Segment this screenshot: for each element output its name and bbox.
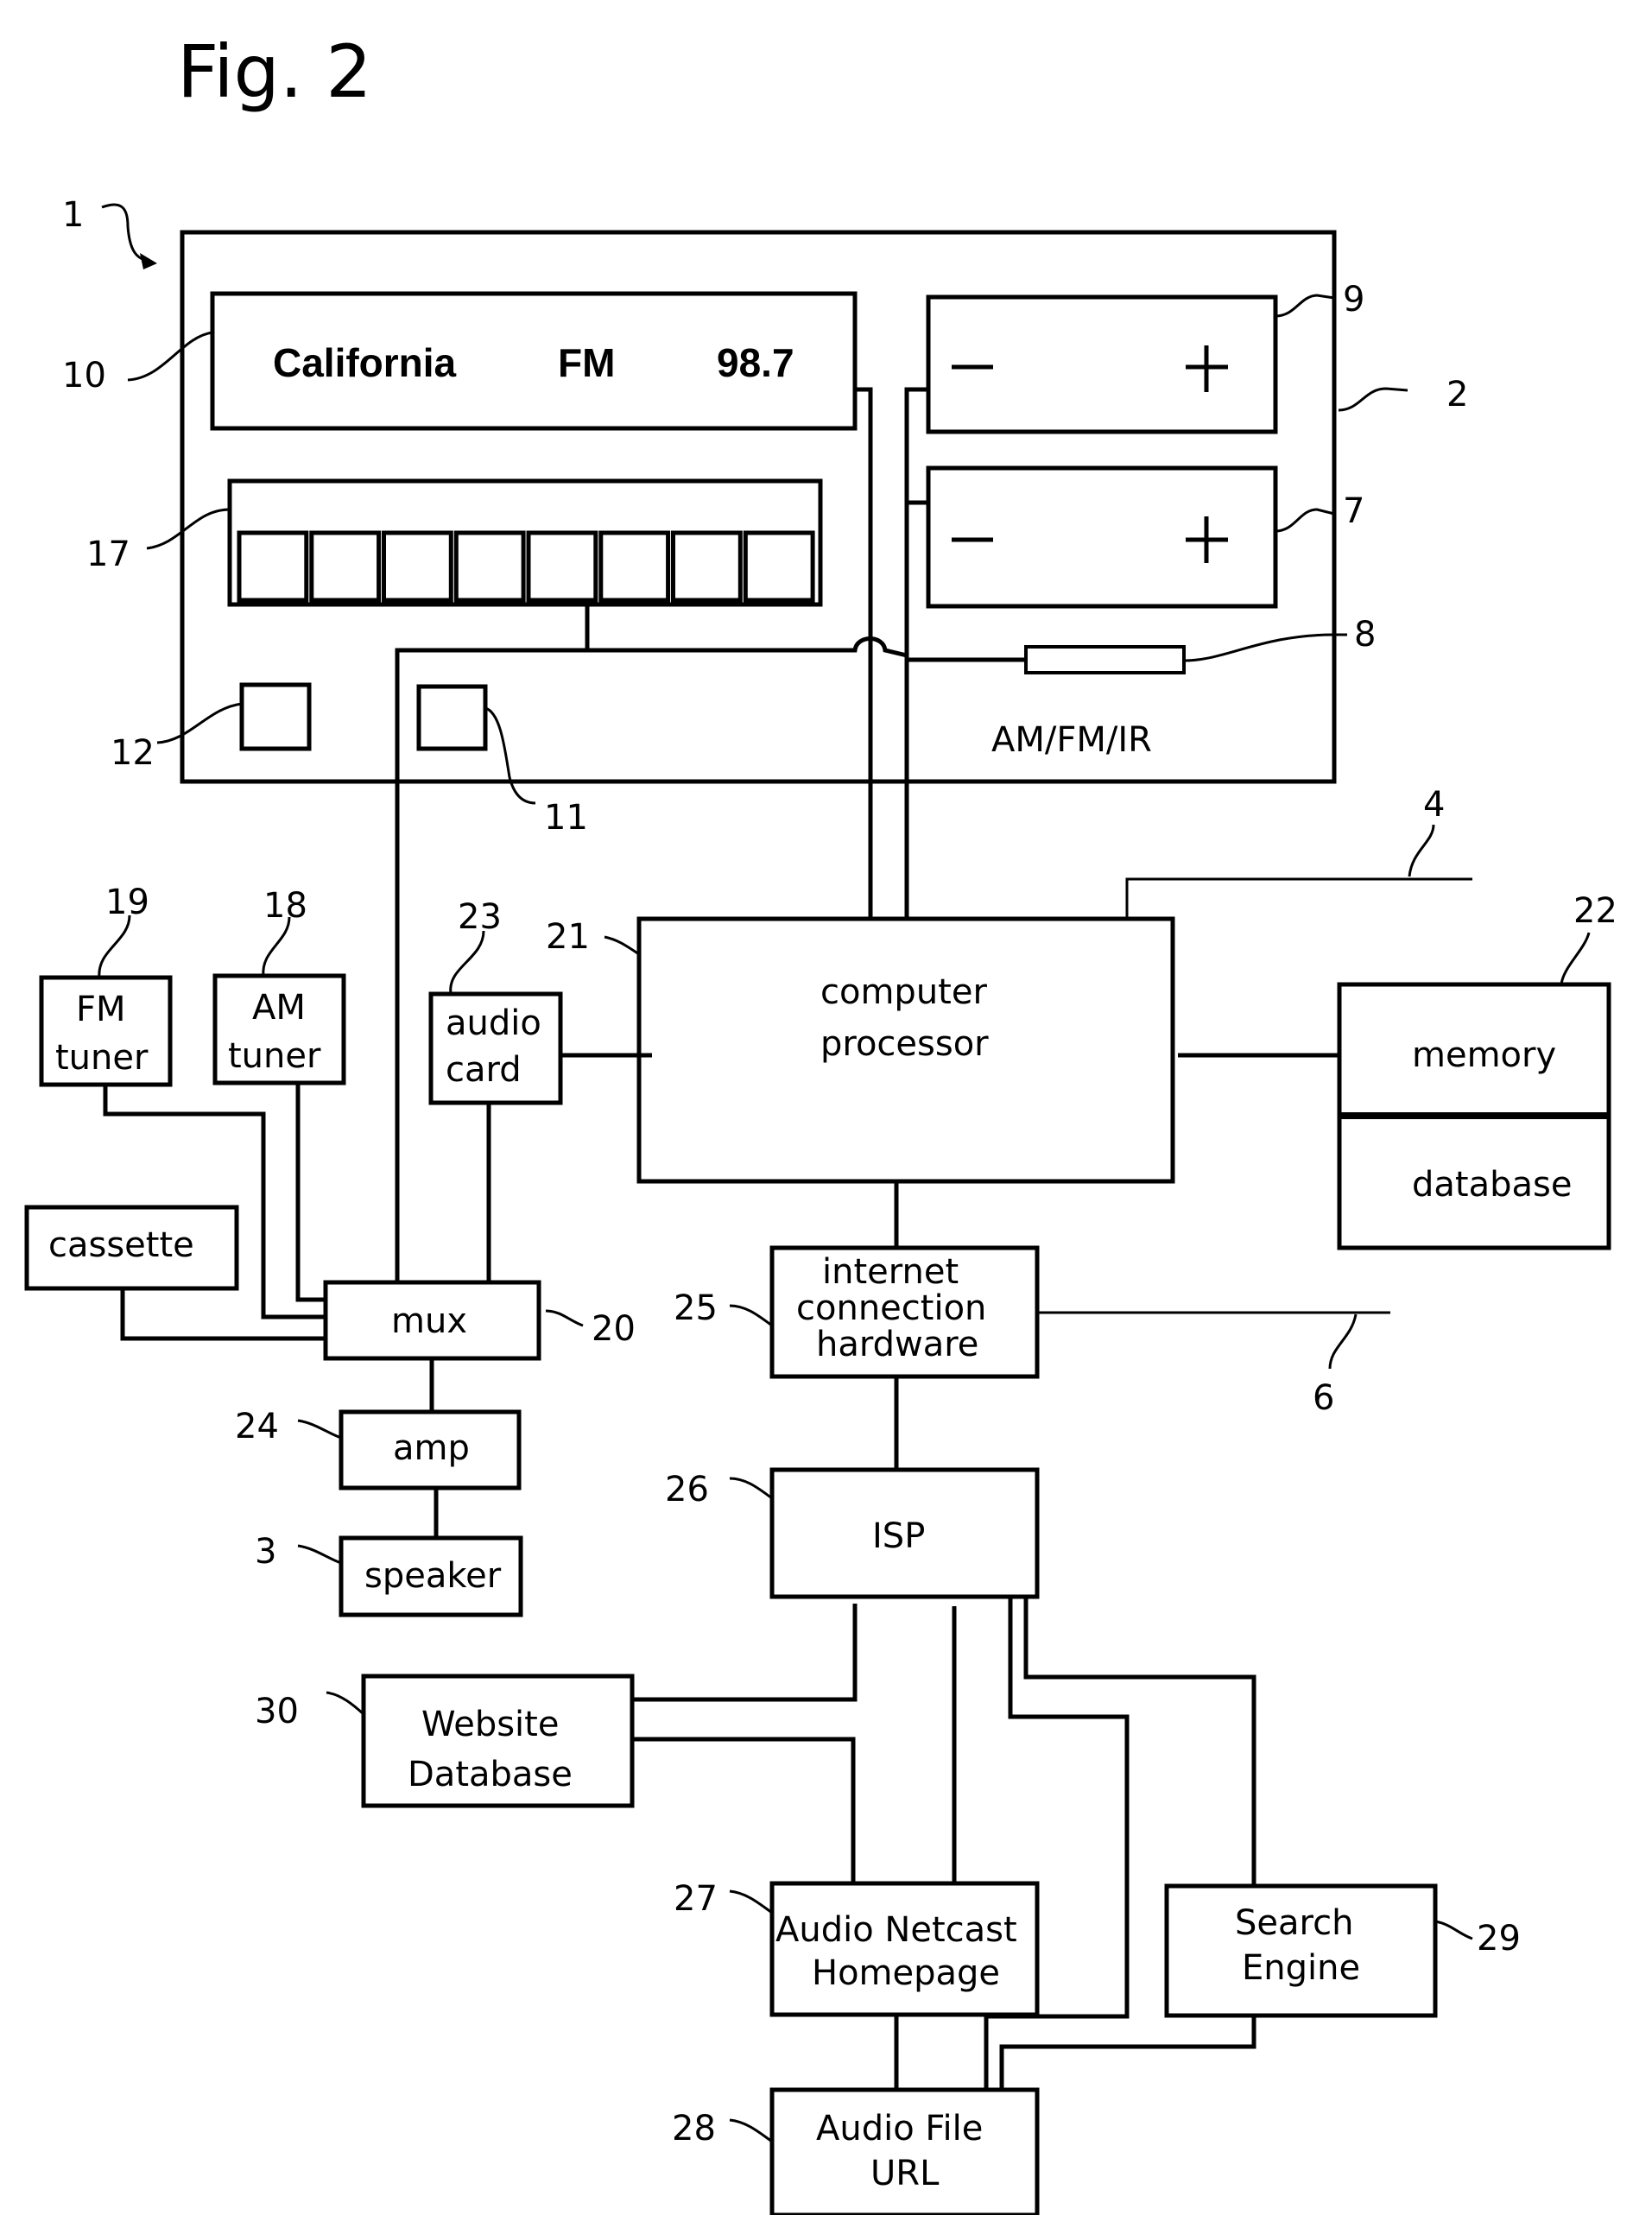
- ref-27-leader: [729, 1889, 773, 1914]
- ref-30: 30: [255, 1692, 299, 1731]
- ref-8: 8: [1354, 615, 1376, 655]
- cassette-mux-wire: [120, 1288, 326, 1341]
- button-11[interactable]: [416, 684, 488, 751]
- ref-23: 23: [458, 897, 502, 937]
- ref-22-leader: [1560, 932, 1591, 985]
- netcast-line1: Audio Netcast: [775, 1910, 1017, 1950]
- preset-button[interactable]: [743, 530, 815, 603]
- arrow-head-icon: [140, 253, 157, 269]
- ref-22: 22: [1573, 891, 1617, 931]
- preset-button[interactable]: [382, 530, 453, 603]
- website-db-line2: Database: [408, 1755, 573, 1794]
- ref-28: 28: [672, 2109, 716, 2149]
- preset-button[interactable]: [237, 530, 309, 603]
- isp-website-wire: [632, 1604, 858, 1702]
- audio-file-line2: URL: [870, 2154, 940, 2193]
- processor-line1: computer: [820, 972, 987, 1012]
- cassette-label: cassette: [48, 1225, 194, 1265]
- link-4-line: [1125, 877, 1472, 919]
- search-line2: Engine: [1242, 1948, 1360, 1988]
- ref-1: 1: [62, 195, 84, 235]
- ref-3-leader: [297, 1544, 342, 1565]
- internet-line1: internet: [822, 1252, 959, 1292]
- ref-18: 18: [263, 886, 307, 926]
- fm-tuner-line2: tuner: [55, 1038, 149, 1078]
- speaker-label: speaker: [364, 1556, 502, 1596]
- mux-label: mux: [391, 1301, 467, 1341]
- ref-26: 26: [665, 1470, 709, 1509]
- ref-25: 25: [674, 1288, 718, 1328]
- website-netcast-wire: [632, 1737, 856, 1883]
- ref-9: 9: [1343, 280, 1364, 320]
- display-station: California: [273, 340, 457, 385]
- preset-button[interactable]: [598, 530, 671, 603]
- preset-button[interactable]: [671, 530, 743, 603]
- patent-figure: Fig. 2 1 2 California FM 98.7 10 9 7 8 A…: [24, 29, 1617, 2215]
- ref-25-leader: [729, 1304, 773, 1327]
- ref-19-leader: [98, 914, 131, 978]
- memory-label: memory: [1412, 1035, 1556, 1075]
- ref-24-leader: [297, 1419, 342, 1440]
- ref-21: 21: [546, 917, 590, 957]
- isp-search-wire: [1023, 1597, 1256, 1886]
- display-frequency: 98.7: [717, 340, 794, 385]
- ref-20: 20: [592, 1309, 636, 1349]
- audio-card-line1: audio: [446, 1003, 541, 1043]
- ref-30-leader: [326, 1691, 365, 1716]
- ref-28-leader: [729, 2118, 773, 2143]
- preset-button[interactable]: [453, 530, 526, 603]
- ref-1-arrow: [101, 203, 149, 263]
- ref-11: 11: [544, 798, 588, 838]
- ref-26-leader: [729, 1477, 773, 1500]
- ref-18-leader: [262, 916, 291, 977]
- ref-19: 19: [105, 883, 149, 922]
- ref-29: 29: [1477, 1919, 1521, 1959]
- figure-title: Fig. 2: [177, 29, 372, 114]
- internet-line3: hardware: [816, 1325, 978, 1364]
- fm-tuner-line1: FM: [76, 990, 126, 1029]
- display-band: FM: [558, 340, 615, 385]
- ref-6: 6: [1313, 1378, 1334, 1418]
- ref-17: 17: [86, 535, 130, 574]
- ref-12: 12: [111, 733, 155, 773]
- ref-10: 10: [62, 356, 106, 396]
- ref-2-leader: [1338, 387, 1408, 412]
- ref-3: 3: [255, 1532, 276, 1572]
- audio-card-line2: card: [446, 1050, 522, 1090]
- am-mux-wire: [295, 1085, 326, 1302]
- ref-7: 7: [1343, 491, 1364, 531]
- search-line1: Search: [1235, 1903, 1353, 1943]
- processor-line2: processor: [820, 1024, 989, 1064]
- netcast-line2: Homepage: [812, 1953, 1000, 1993]
- preset-button[interactable]: [309, 530, 382, 603]
- internet-line2: connection: [796, 1288, 986, 1328]
- control-9-panel[interactable]: [926, 294, 1278, 434]
- ref-21-leader: [604, 935, 640, 956]
- amp-label: amp: [393, 1428, 470, 1468]
- preset-button[interactable]: [526, 530, 598, 603]
- am-tuner-line2: tuner: [228, 1036, 321, 1076]
- ref-20-leader: [545, 1309, 584, 1327]
- website-db-line1: Website: [421, 1705, 559, 1744]
- ref-6-leader: [1328, 1313, 1358, 1370]
- ref-2: 2: [1446, 375, 1468, 415]
- ref-24: 24: [235, 1407, 279, 1446]
- button-12[interactable]: [239, 682, 312, 751]
- audio-file-line1: Audio File: [816, 2109, 983, 2149]
- database-label: database: [1412, 1165, 1572, 1205]
- ref-4: 4: [1423, 785, 1445, 825]
- ref-29-leader: [1434, 1920, 1473, 1940]
- search-audiofile-wire: [999, 2016, 1256, 2090]
- mode-label: AM/FM/IR: [991, 720, 1152, 760]
- am-tuner-line1: AM: [252, 988, 306, 1028]
- control-7-panel[interactable]: [926, 465, 1278, 609]
- ref-23-leader: [449, 930, 485, 994]
- ref-4-leader: [1408, 824, 1435, 877]
- isp-label: ISP: [872, 1516, 925, 1556]
- ref-27: 27: [674, 1879, 718, 1919]
